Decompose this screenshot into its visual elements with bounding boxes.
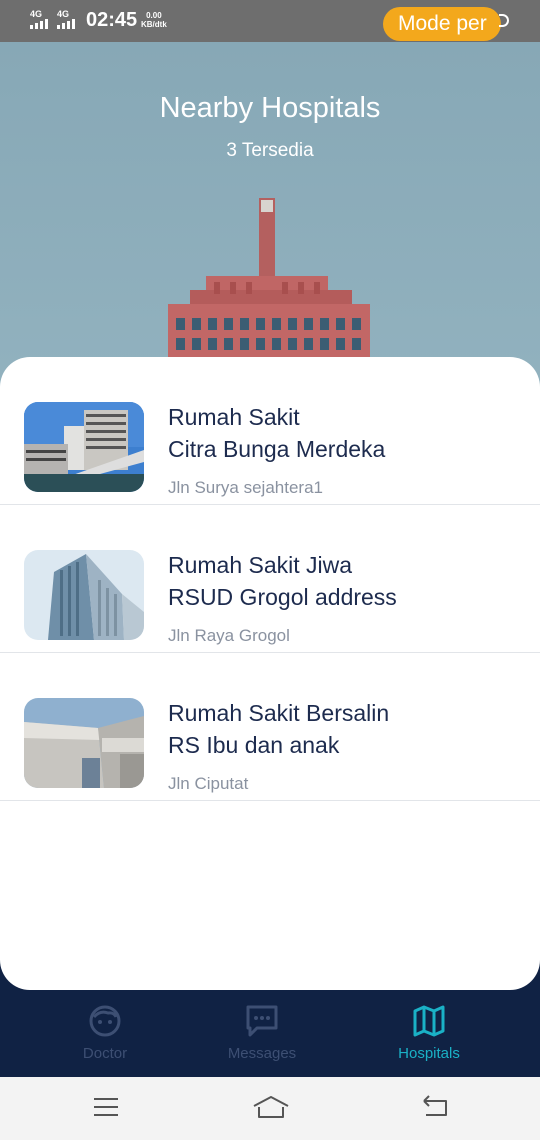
signal-sim1-icon: 4G — [30, 9, 48, 29]
page-title: Nearby Hospitals — [159, 92, 381, 124]
hospital-list-item[interactable]: Rumah Sakit Jiwa RSUD Grogol address Jln… — [0, 505, 540, 653]
hospital-list: Rumah Sakit Citra Bunga Merdeka Jln Sury… — [0, 357, 540, 990]
network-speed-unit: KB/dtk — [141, 20, 167, 29]
tab-messages-label: Messages — [227, 1045, 297, 1062]
system-navigation-bar — [0, 1077, 540, 1140]
status-clock: 02:45 — [86, 9, 138, 31]
hospital-name-line2: Citra Bunga Merdeka — [168, 436, 386, 462]
tab-hospitals-label: Hospitals — [398, 1045, 460, 1062]
hospital-thumbnail — [24, 698, 144, 788]
hospital-name-line2: RS Ibu dan anak — [168, 732, 340, 758]
chat-icon — [246, 1005, 278, 1037]
available-count: 3 Tersedia — [226, 140, 314, 161]
hospital-thumbnail — [24, 550, 144, 640]
header-banner: Nearby Hospitals 3 Tersedia — [0, 42, 540, 402]
status-bar: 4G 4G 02:45 0.00 KB/dtk Mode per — [0, 0, 540, 42]
back-icon[interactable] — [420, 1093, 450, 1121]
hospital-list-item[interactable]: Rumah Sakit Bersalin RS Ibu dan anak Jln… — [0, 653, 540, 801]
hospital-name: Rumah Sakit Jiwa RSUD Grogol address — [168, 549, 518, 613]
face-icon — [89, 1005, 121, 1037]
bottom-navigation: Doctor Messages Hospitals — [0, 950, 540, 1077]
tab-messages[interactable]: Messages — [202, 1004, 322, 1062]
hospital-name-line1: Rumah Sakit Jiwa — [168, 552, 353, 578]
hospital-thumbnail — [24, 402, 144, 492]
hospital-name-line2: RSUD Grogol address — [168, 584, 397, 610]
network-speed-value: 0.00 — [146, 11, 162, 20]
hospital-address: Jln Raya Grogol — [168, 626, 290, 645]
hospital-list-item[interactable]: Rumah Sakit Citra Bunga Merdeka Jln Sury… — [0, 357, 540, 505]
menu-icon[interactable] — [92, 1093, 120, 1121]
battery-icon — [499, 14, 509, 27]
tab-doctor[interactable]: Doctor — [45, 1004, 165, 1062]
hospital-name: Rumah Sakit Bersalin RS Ibu dan anak — [168, 697, 518, 761]
sim1-network-label: 4G — [30, 9, 43, 19]
hospital-address: Jln Ciputat — [168, 774, 249, 793]
mode-notification-pill[interactable]: Mode per — [383, 7, 501, 41]
signal-sim2-icon: 4G — [57, 9, 75, 29]
hospital-name: Rumah Sakit Citra Bunga Merdeka — [168, 401, 518, 465]
hospital-name-line1: Rumah Sakit — [168, 404, 300, 430]
home-icon[interactable] — [252, 1093, 290, 1121]
tab-hospitals[interactable]: Hospitals — [369, 1004, 489, 1062]
tab-doctor-label: Doctor — [82, 1045, 128, 1062]
network-speed: 0.00 KB/dtk — [141, 11, 167, 29]
sim2-network-label: 4G — [57, 9, 70, 19]
hospital-name-line1: Rumah Sakit Bersalin — [168, 700, 390, 726]
hospital-address: Jln Surya sejahtera1 — [168, 478, 323, 497]
map-icon — [413, 1005, 445, 1037]
